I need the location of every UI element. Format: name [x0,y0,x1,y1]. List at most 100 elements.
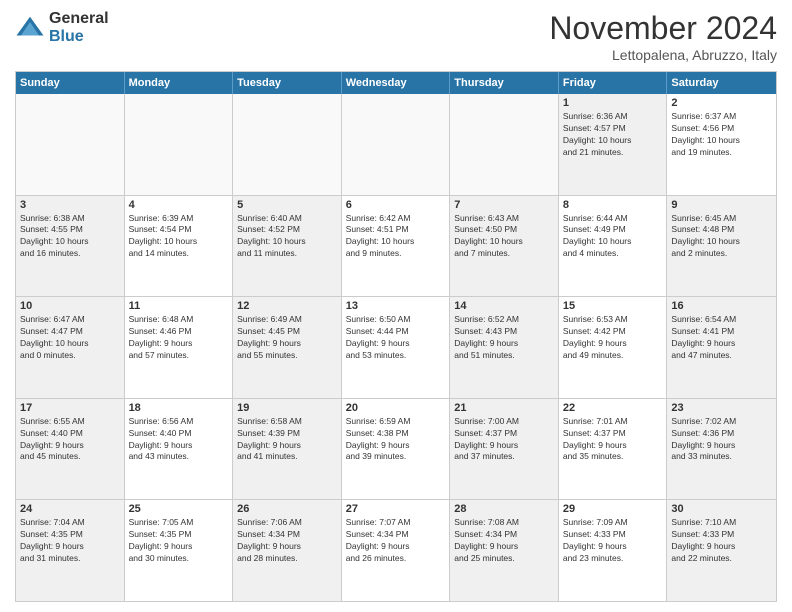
day-info: Sunrise: 7:07 AM Sunset: 4:34 PM Dayligh… [346,517,446,565]
calendar-cell: 6Sunrise: 6:42 AM Sunset: 4:51 PM Daylig… [342,196,451,297]
day-number: 7 [454,199,554,211]
day-number: 20 [346,402,446,414]
calendar-cell: 20 Sunrise: 6:59 AM Sunset: 4:38 PM Dayli… [342,399,451,500]
day-info: Sunrise: 7:08 AM Sunset: 4:34 PM Dayligh… [454,517,554,565]
day-info: Sunrise: 7:05 AM Sunset: 4:35 PM Dayligh… [129,517,229,565]
calendar-cell: 3 Sunrise: 6:38 AM Sunset: 4:55 PM Daylig… [16,196,125,297]
day-info: Sunrise: 6:52 AM Sunset: 4:43 PM Dayligh… [454,314,554,362]
calendar-row: 17 Sunrise: 6:55 AM Sunset: 4:40 PM Dayli… [16,398,776,500]
day-info: Sunrise: 7:04 AM Sunset: 4:35 PM Dayligh… [20,517,120,565]
day-info: Sunrise: 7:01 AM Sunset: 4:37 PM Dayligh… [563,416,663,464]
calendar-cell: 21 Sunrise: 7:00 AM Sunset: 4:37 PM Dayli… [450,399,559,500]
day-number: 17 [20,402,120,414]
calendar-cell: 8 Sunrise: 6:44 AM Sunset: 4:49 PM Daylig… [559,196,668,297]
calendar-cell: 28Sunrise: 7:08 AM Sunset: 4:34 PM Dayli… [450,500,559,601]
day-number: 25 [129,503,229,515]
page: General Blue November 2024 Lettopalena, … [0,0,792,612]
day-info: Sunrise: 6:43 AM Sunset: 4:50 PM Dayligh… [454,213,554,261]
title-block: November 2024 Lettopalena, Abruzzo, Ital… [549,10,777,63]
day-number: 9 [671,199,772,211]
calendar-body: 1Sunrise: 6:36 AM Sunset: 4:57 PM Daylig… [16,94,776,601]
calendar-row: 24 Sunrise: 7:04 AM Sunset: 4:35 PM Dayli… [16,499,776,601]
weekday-header: Sunday [16,72,125,94]
calendar-row: 10Sunrise: 6:47 AM Sunset: 4:47 PM Dayli… [16,296,776,398]
day-info: Sunrise: 6:50 AM Sunset: 4:44 PM Dayligh… [346,314,446,362]
day-number: 29 [563,503,663,515]
day-number: 6 [346,199,446,211]
calendar-cell: 7 Sunrise: 6:43 AM Sunset: 4:50 PM Daylig… [450,196,559,297]
day-info: Sunrise: 6:53 AM Sunset: 4:42 PM Dayligh… [563,314,663,362]
day-number: 1 [563,97,663,109]
day-info: Sunrise: 7:02 AM Sunset: 4:36 PM Dayligh… [671,416,772,464]
calendar-cell [450,94,559,195]
calendar-cell: 16Sunrise: 6:54 AM Sunset: 4:41 PM Dayli… [667,297,776,398]
calendar-cell: 27 Sunrise: 7:07 AM Sunset: 4:34 PM Dayli… [342,500,451,601]
day-number: 5 [237,199,337,211]
calendar-cell: 25 Sunrise: 7:05 AM Sunset: 4:35 PM Dayli… [125,500,234,601]
month-title: November 2024 [549,10,777,47]
day-number: 18 [129,402,229,414]
calendar-row: 1Sunrise: 6:36 AM Sunset: 4:57 PM Daylig… [16,94,776,195]
day-number: 27 [346,503,446,515]
logo-text: General Blue [49,10,109,45]
day-info: Sunrise: 7:06 AM Sunset: 4:34 PM Dayligh… [237,517,337,565]
calendar: SundayMondayTuesdayWednesdayThursdayFrid… [15,71,777,602]
logo-icon [15,13,45,43]
day-number: 14 [454,300,554,312]
calendar-cell: 2Sunrise: 6:37 AM Sunset: 4:56 PM Daylig… [667,94,776,195]
day-info: Sunrise: 6:47 AM Sunset: 4:47 PM Dayligh… [20,314,120,362]
calendar-cell: 11 Sunrise: 6:48 AM Sunset: 4:46 PM Dayli… [125,297,234,398]
day-number: 26 [237,503,337,515]
calendar-cell: 15 Sunrise: 6:53 AM Sunset: 4:42 PM Dayli… [559,297,668,398]
calendar-cell [125,94,234,195]
calendar-header: SundayMondayTuesdayWednesdayThursdayFrid… [16,72,776,94]
day-number: 13 [346,300,446,312]
day-info: Sunrise: 6:40 AM Sunset: 4:52 PM Dayligh… [237,213,337,261]
calendar-cell: 14 Sunrise: 6:52 AM Sunset: 4:43 PM Dayli… [450,297,559,398]
calendar-cell: 13 Sunrise: 6:50 AM Sunset: 4:44 PM Dayli… [342,297,451,398]
calendar-cell [342,94,451,195]
calendar-cell: 17 Sunrise: 6:55 AM Sunset: 4:40 PM Dayli… [16,399,125,500]
logo-blue: Blue [49,28,109,46]
day-info: Sunrise: 6:59 AM Sunset: 4:38 PM Dayligh… [346,416,446,464]
calendar-cell: 23Sunrise: 7:02 AM Sunset: 4:36 PM Dayli… [667,399,776,500]
day-info: Sunrise: 6:48 AM Sunset: 4:46 PM Dayligh… [129,314,229,362]
day-info: Sunrise: 6:56 AM Sunset: 4:40 PM Dayligh… [129,416,229,464]
day-info: Sunrise: 6:37 AM Sunset: 4:56 PM Dayligh… [671,111,772,159]
day-number: 30 [671,503,772,515]
day-number: 11 [129,300,229,312]
calendar-cell [16,94,125,195]
day-number: 24 [20,503,120,515]
day-info: Sunrise: 6:55 AM Sunset: 4:40 PM Dayligh… [20,416,120,464]
day-number: 3 [20,199,120,211]
header: General Blue November 2024 Lettopalena, … [15,10,777,63]
day-number: 8 [563,199,663,211]
calendar-cell: 12 Sunrise: 6:49 AM Sunset: 4:45 PM Dayli… [233,297,342,398]
calendar-row: 3 Sunrise: 6:38 AM Sunset: 4:55 PM Daylig… [16,195,776,297]
day-info: Sunrise: 7:09 AM Sunset: 4:33 PM Dayligh… [563,517,663,565]
day-info: Sunrise: 6:49 AM Sunset: 4:45 PM Dayligh… [237,314,337,362]
day-number: 15 [563,300,663,312]
day-number: 19 [237,402,337,414]
logo: General Blue [15,10,109,45]
day-number: 12 [237,300,337,312]
weekday-header: Friday [559,72,668,94]
day-info: Sunrise: 6:44 AM Sunset: 4:49 PM Dayligh… [563,213,663,261]
day-info: Sunrise: 7:10 AM Sunset: 4:33 PM Dayligh… [671,517,772,565]
day-number: 4 [129,199,229,211]
calendar-cell: 30 Sunrise: 7:10 AM Sunset: 4:33 PM Dayli… [667,500,776,601]
calendar-cell: 22Sunrise: 7:01 AM Sunset: 4:37 PM Dayli… [559,399,668,500]
weekday-header: Tuesday [233,72,342,94]
day-info: Sunrise: 6:39 AM Sunset: 4:54 PM Dayligh… [129,213,229,261]
calendar-cell: 10Sunrise: 6:47 AM Sunset: 4:47 PM Dayli… [16,297,125,398]
calendar-cell [233,94,342,195]
weekday-header: Wednesday [342,72,451,94]
day-info: Sunrise: 7:00 AM Sunset: 4:37 PM Dayligh… [454,416,554,464]
day-number: 21 [454,402,554,414]
calendar-cell: 19 Sunrise: 6:58 AM Sunset: 4:39 PM Dayli… [233,399,342,500]
logo-general: General [49,10,109,28]
day-info: Sunrise: 6:58 AM Sunset: 4:39 PM Dayligh… [237,416,337,464]
day-info: Sunrise: 6:38 AM Sunset: 4:55 PM Dayligh… [20,213,120,261]
calendar-cell: 4 Sunrise: 6:39 AM Sunset: 4:54 PM Daylig… [125,196,234,297]
weekday-header: Thursday [450,72,559,94]
